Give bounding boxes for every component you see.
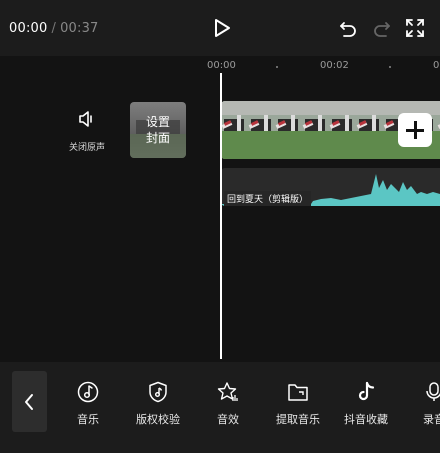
tool-record-label: 录音	[423, 413, 440, 426]
audio-clip-label: 回到夏天（剪辑版）	[224, 191, 312, 206]
cover-label-line1: 设置	[145, 115, 170, 129]
undo-icon[interactable]	[338, 18, 358, 38]
copyright-shield-icon	[149, 381, 167, 403]
ruler-mark-0: 00:00	[207, 60, 236, 71]
ruler-mark-1: 00:02	[320, 60, 349, 71]
star-sound-icon	[217, 382, 238, 401]
tool-extract-music-label: 提取音乐	[276, 413, 320, 426]
time-display: 00:00/00:37	[9, 21, 99, 36]
ruler-mark-2: 0	[433, 60, 440, 71]
play-icon[interactable]	[211, 17, 233, 39]
tool-douyin-favorites[interactable]: 抖音收藏	[331, 381, 401, 427]
tool-douyin-favorites-label: 抖音收藏	[344, 413, 388, 426]
tool-sound-effects[interactable]: 音效	[193, 381, 263, 427]
tool-copyright-label: 版权校验	[136, 413, 180, 426]
tiktok-icon	[358, 381, 375, 401]
tool-copyright-check[interactable]: 版权校验	[123, 381, 193, 427]
playhead[interactable]	[220, 73, 222, 359]
cover-label-line2: 封面	[145, 131, 170, 145]
ruler-tick	[276, 66, 278, 68]
tool-sound-effects-label: 音效	[217, 413, 239, 426]
current-time: 00:00	[9, 21, 48, 36]
music-note-icon	[77, 381, 99, 403]
redo-icon[interactable]	[372, 18, 392, 38]
set-cover-button[interactable]: 设置 封面	[130, 102, 186, 158]
tool-music-label: 音乐	[77, 413, 99, 426]
mute-label: 关闭原声	[68, 143, 105, 153]
time-separator: /	[51, 21, 57, 36]
fullscreen-icon[interactable]	[405, 18, 425, 38]
chevron-left-icon	[25, 394, 33, 410]
top-bar: 00:00/00:37	[0, 0, 440, 56]
mute-original-button[interactable]: 关闭原声	[68, 110, 106, 153]
ruler-tick	[389, 66, 391, 68]
add-clip-button[interactable]	[398, 113, 432, 147]
total-time: 00:37	[60, 21, 99, 36]
back-button[interactable]	[12, 371, 47, 432]
tool-record[interactable]: 录音	[399, 381, 440, 427]
folder-extract-icon	[288, 384, 308, 401]
speaker-icon	[79, 111, 92, 127]
tool-music[interactable]: 音乐	[53, 381, 123, 427]
microphone-icon	[426, 382, 440, 401]
tool-extract-music[interactable]: 提取音乐	[263, 381, 333, 427]
